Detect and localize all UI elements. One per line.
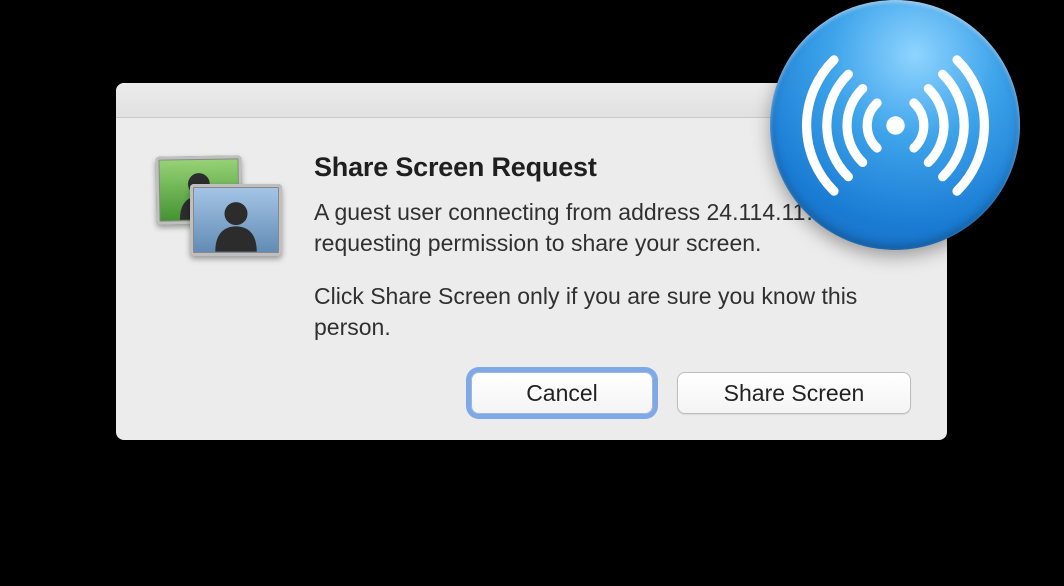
person-silhouette-icon — [204, 194, 268, 252]
screen-sharing-icon — [156, 156, 286, 266]
dialog-button-row: Cancel Share Screen — [471, 372, 911, 414]
broadcast-icon — [770, 0, 1020, 250]
dialog-warning: Click Share Screen only if you are sure … — [314, 281, 907, 343]
cancel-button[interactable]: Cancel — [471, 372, 653, 414]
share-screen-button[interactable]: Share Screen — [677, 372, 911, 414]
